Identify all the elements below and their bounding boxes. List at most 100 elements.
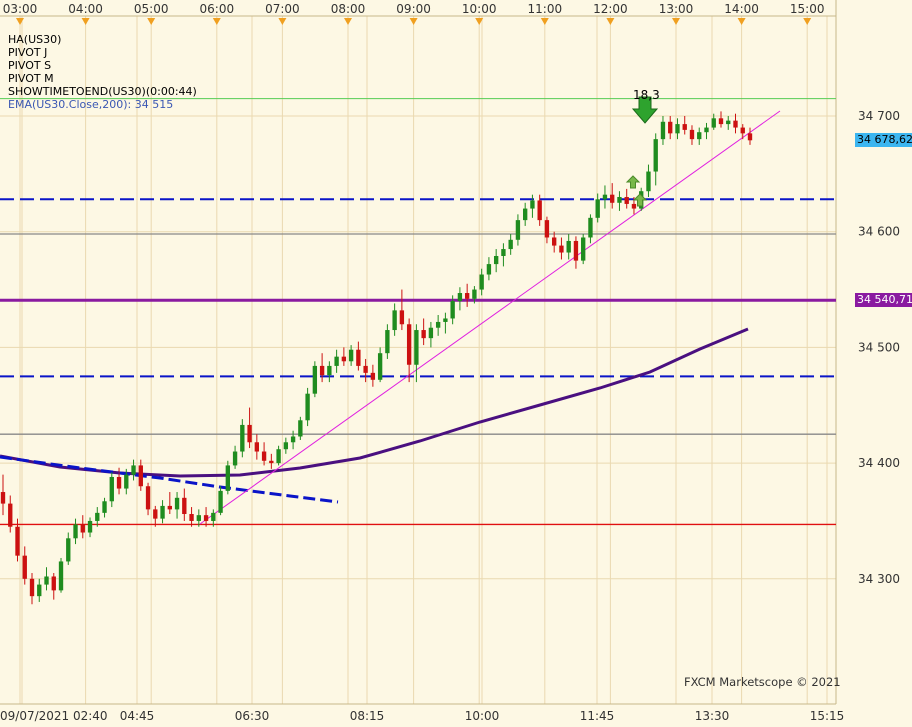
candle bbox=[254, 442, 260, 452]
candle bbox=[624, 196, 629, 204]
candle bbox=[102, 501, 107, 513]
candle bbox=[261, 451, 267, 461]
pivot-dashed-falling-line bbox=[0, 455, 339, 504]
candle bbox=[646, 171, 651, 192]
top-time-label: 07:00 bbox=[265, 2, 300, 16]
top-time-label: 03:00 bbox=[3, 2, 38, 16]
candle bbox=[232, 451, 238, 466]
candle bbox=[631, 203, 637, 209]
candle bbox=[203, 515, 209, 521]
candle bbox=[479, 274, 484, 290]
time-marker bbox=[81, 18, 90, 25]
time-marker bbox=[540, 18, 549, 25]
candle bbox=[457, 293, 463, 302]
indicator-ha[interactable]: HA(US30) bbox=[8, 33, 61, 46]
bottom-time-label: 08:15 bbox=[350, 709, 385, 723]
candle bbox=[167, 505, 172, 510]
candle bbox=[472, 289, 477, 299]
candle bbox=[610, 194, 615, 203]
indicator-time-to-end[interactable]: SHOWTIMETOEND(US30)(0:00:44) bbox=[8, 85, 197, 98]
top-time-label: 05:00 bbox=[134, 2, 169, 16]
candle bbox=[160, 505, 165, 519]
candle bbox=[29, 578, 35, 597]
pivot-price-badge: 34 540,71 bbox=[855, 293, 912, 307]
bottom-time-label: 04:45 bbox=[120, 709, 155, 723]
bottom-time-label: 13:30 bbox=[695, 709, 730, 723]
time-marker bbox=[344, 18, 352, 25]
candle bbox=[218, 490, 223, 513]
top-time-label: 08:00 bbox=[331, 2, 366, 16]
candle bbox=[573, 240, 579, 261]
candle bbox=[298, 420, 303, 437]
candle bbox=[392, 310, 397, 331]
candle bbox=[269, 460, 274, 464]
buy-signal-arrow bbox=[625, 175, 641, 189]
candle bbox=[189, 514, 194, 521]
candle bbox=[428, 327, 434, 339]
candle bbox=[174, 497, 180, 510]
candle bbox=[689, 129, 695, 140]
candle bbox=[697, 132, 702, 140]
price-axis-label: 34 300 bbox=[858, 572, 900, 586]
top-time-label: 06:00 bbox=[200, 2, 235, 16]
time-marker bbox=[16, 18, 24, 25]
top-time-label: 15:00 bbox=[790, 2, 825, 16]
candle bbox=[153, 509, 158, 519]
candle bbox=[15, 526, 20, 556]
candle bbox=[73, 524, 78, 539]
indicator-pivot-j[interactable]: PIVOT J bbox=[8, 46, 47, 59]
credit-label: FXCM Marketscope © 2021 bbox=[684, 675, 841, 689]
candle bbox=[44, 576, 49, 585]
candle bbox=[80, 524, 85, 533]
candle bbox=[290, 436, 296, 443]
candle bbox=[124, 474, 129, 489]
time-marker bbox=[737, 18, 746, 25]
candle bbox=[363, 365, 368, 373]
candle bbox=[552, 237, 557, 246]
candle bbox=[283, 442, 289, 450]
candle bbox=[435, 321, 441, 328]
time-marker bbox=[409, 18, 418, 25]
candle bbox=[58, 561, 64, 591]
indicator-pivot-s[interactable]: PIVOT S bbox=[8, 59, 51, 72]
candle bbox=[211, 512, 216, 521]
candle bbox=[718, 118, 724, 125]
candle bbox=[116, 476, 122, 489]
candle bbox=[312, 365, 318, 394]
candle bbox=[406, 324, 412, 365]
candle bbox=[247, 424, 252, 443]
price-axis-label: 34 500 bbox=[858, 340, 900, 354]
price-axis-label: 34 400 bbox=[858, 456, 900, 470]
candle bbox=[414, 330, 419, 365]
candle bbox=[747, 133, 753, 141]
bottom-time-label: 11:45 bbox=[580, 709, 615, 723]
candle bbox=[515, 220, 521, 240]
candle bbox=[421, 330, 426, 339]
candle bbox=[544, 220, 550, 238]
ema-line bbox=[0, 327, 749, 478]
candle bbox=[37, 584, 42, 597]
bottom-time-label: 10:00 bbox=[465, 709, 500, 723]
top-time-label: 12:00 bbox=[593, 2, 628, 16]
candle bbox=[682, 124, 687, 130]
indicator-ema[interactable]: EMA(US30.Close,200): 34 515 bbox=[8, 98, 173, 111]
candle bbox=[668, 121, 673, 134]
bottom-time-label: 09/07/2021 02:40 bbox=[0, 709, 108, 723]
candle bbox=[675, 124, 680, 134]
candle bbox=[493, 255, 499, 265]
current-price-badge: 34 678,62 bbox=[855, 133, 912, 147]
candle bbox=[501, 249, 506, 256]
candle bbox=[740, 127, 745, 134]
candle bbox=[225, 465, 231, 491]
candle bbox=[356, 349, 361, 366]
top-time-label: 14:00 bbox=[724, 2, 759, 16]
candle bbox=[399, 310, 405, 325]
candle bbox=[617, 196, 622, 203]
candle bbox=[726, 120, 731, 125]
top-time-label: 09:00 bbox=[396, 2, 431, 16]
trend-line bbox=[199, 110, 781, 525]
candle bbox=[370, 372, 376, 380]
chart-window: 03:00 04:00 05:00 06:00 07:00 08:00 09:00 10:00… bbox=[0, 0, 912, 727]
candle bbox=[334, 356, 339, 366]
indicator-pivot-m[interactable]: PIVOT M bbox=[8, 72, 54, 85]
